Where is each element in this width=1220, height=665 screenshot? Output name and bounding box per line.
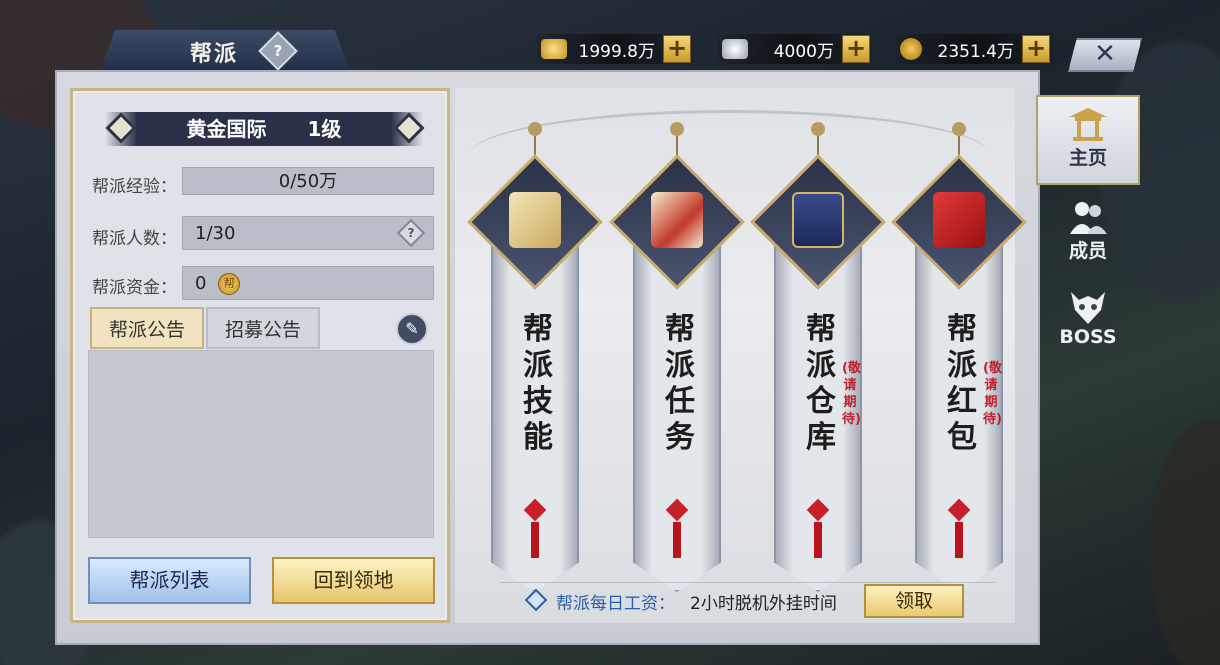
quest-scroll-icon bbox=[651, 192, 703, 248]
currency-gold-value: 1999.8万 bbox=[578, 41, 655, 62]
pavilion-icon bbox=[1069, 108, 1107, 141]
knot-ornament-icon bbox=[513, 502, 557, 520]
notice-content-area bbox=[88, 350, 434, 538]
tab-recruit-notice[interactable]: 招募公告 bbox=[206, 307, 320, 349]
guild-members-value: 1/30 bbox=[195, 223, 236, 244]
daily-wage-label: 帮派每日工资： bbox=[556, 594, 675, 614]
guild-members-label: 帮派人数： bbox=[92, 229, 177, 249]
edit-notice-button[interactable]: ✎ bbox=[396, 313, 428, 345]
knot-ornament-icon bbox=[655, 502, 699, 520]
currency-gold: 1999.8万 + bbox=[537, 34, 694, 64]
guild-funds-box: 0 帮 bbox=[182, 266, 434, 300]
nav-label: 成员 bbox=[1068, 240, 1107, 262]
currency-silver: 4000万 + bbox=[718, 34, 873, 64]
currency-copper: 2351.4万 + bbox=[896, 34, 1053, 64]
daily-wage-value: 2小时脱机外挂时间 bbox=[690, 594, 837, 614]
nav-boss[interactable]: BOSS bbox=[1036, 280, 1140, 370]
guild-funds-value: 0 bbox=[195, 273, 207, 294]
demon-mask-icon bbox=[1071, 292, 1105, 324]
guild-exp-value: 0/50万 bbox=[182, 167, 434, 195]
coming-soon-label: (敬请期待) bbox=[842, 361, 861, 427]
members-icon bbox=[1070, 202, 1107, 234]
scroll-icon bbox=[509, 192, 561, 248]
return-home-button[interactable]: 回到领地 bbox=[272, 557, 435, 604]
nav-label: BOSS bbox=[1059, 326, 1117, 348]
add-silver-button[interactable]: + bbox=[842, 35, 870, 63]
add-gold-button[interactable]: + bbox=[663, 35, 691, 63]
tab-guild-notice[interactable]: 帮派公告 bbox=[90, 307, 204, 349]
nav-members[interactable]: 成员 bbox=[1036, 190, 1140, 280]
pencil-icon: ✎ bbox=[405, 319, 419, 338]
help-icon: ? bbox=[407, 226, 415, 240]
banner-label: 帮派任务 bbox=[665, 312, 695, 455]
close-button[interactable]: ✕ bbox=[1068, 38, 1142, 72]
guild-name: 黄金国际 bbox=[186, 117, 267, 141]
coming-soon-label: (敬请期待) bbox=[983, 361, 1002, 427]
guild-exp-label: 帮派经验： bbox=[92, 177, 177, 197]
copper-coin-icon bbox=[900, 38, 922, 60]
guild-level: 1级 bbox=[307, 117, 342, 141]
claim-button[interactable]: 领取 bbox=[864, 584, 964, 618]
guild-warehouse-banner[interactable]: 帮派仓库 (敬请期待) bbox=[750, 122, 886, 592]
window-title: 帮派 bbox=[190, 42, 239, 67]
currency-copper-value: 2351.4万 bbox=[937, 41, 1014, 62]
guild-funds-label: 帮派资金： bbox=[92, 278, 177, 298]
banner-label: 帮派仓库 bbox=[806, 312, 836, 455]
guild-tasks-banner[interactable]: 帮派任务 bbox=[609, 122, 745, 592]
add-copper-button[interactable]: + bbox=[1022, 35, 1050, 63]
close-icon: ✕ bbox=[1094, 39, 1116, 69]
treasure-chest-icon bbox=[792, 192, 844, 248]
guild-coin-icon: 帮 bbox=[218, 273, 241, 295]
red-packet-icon bbox=[933, 192, 985, 248]
guild-skills-banner[interactable]: 帮派技能 bbox=[467, 122, 603, 592]
guild-list-button[interactable]: 帮派列表 bbox=[88, 557, 251, 604]
gold-ingot-icon bbox=[541, 39, 567, 59]
guild-name-banner: 黄金国际 1级 bbox=[105, 112, 423, 146]
nav-label: 主页 bbox=[1068, 147, 1107, 169]
banner-label: 帮派红包 bbox=[947, 312, 977, 455]
knot-ornament-icon bbox=[796, 502, 840, 520]
nav-home[interactable]: 主页 bbox=[1036, 95, 1140, 185]
help-icon: ? bbox=[273, 42, 283, 60]
side-nav: 主页 成员 BOSS bbox=[1036, 95, 1140, 395]
knot-ornament-icon bbox=[937, 502, 981, 520]
currency-silver-value: 4000万 bbox=[773, 41, 834, 62]
banner-label: 帮派技能 bbox=[523, 312, 553, 455]
silver-ingot-icon bbox=[722, 39, 748, 59]
guild-redpacket-banner[interactable]: 帮派红包 (敬请期待) bbox=[891, 122, 1027, 592]
